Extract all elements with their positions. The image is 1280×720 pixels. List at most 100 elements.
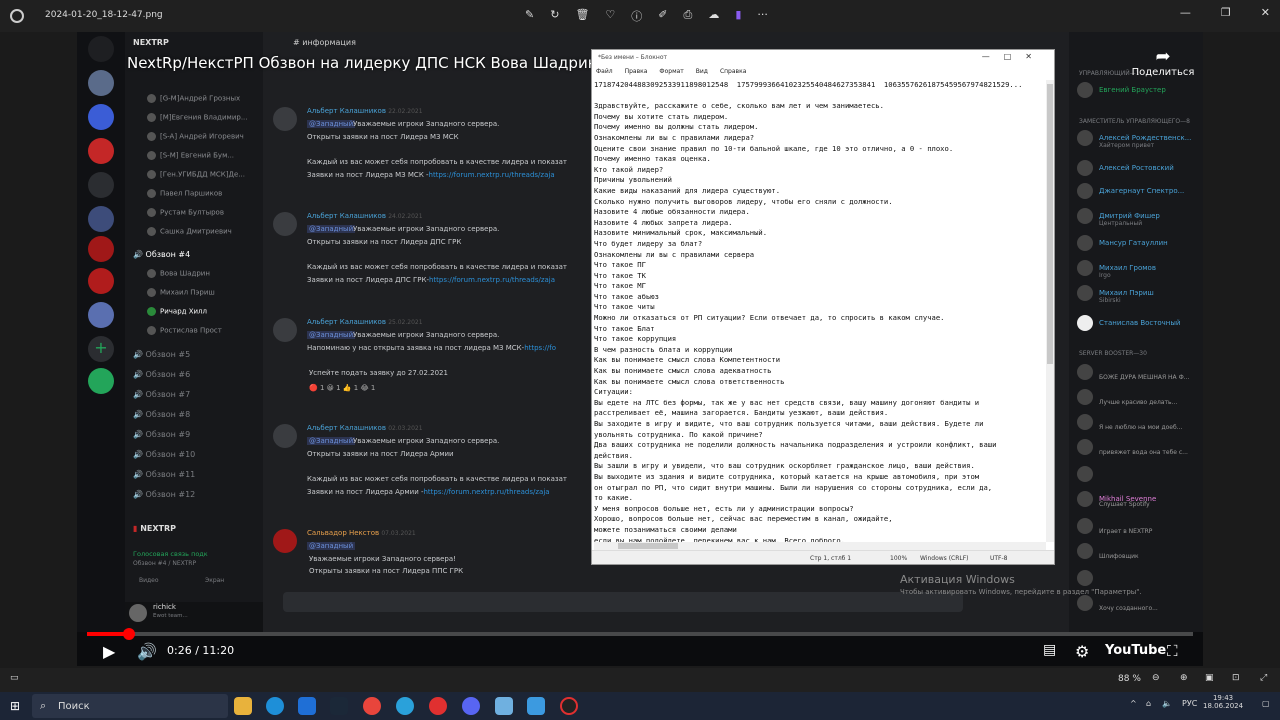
video-button[interactable]: Видео — [139, 577, 159, 584]
member-item[interactable] — [1077, 595, 1099, 611]
subtitles-icon[interactable]: ▤ — [1043, 642, 1056, 658]
speaker-icon[interactable]: 🔈 — [1162, 699, 1172, 708]
member-item[interactable]: Станислав Восточный — [1077, 315, 1180, 331]
telegram-icon[interactable] — [396, 697, 414, 715]
member-item[interactable] — [1077, 439, 1099, 455]
role-mention[interactable]: @Западный — [307, 225, 356, 233]
actual-size-icon[interactable]: ⊡ — [1232, 673, 1240, 683]
tray-chevron-icon[interactable]: ^ — [1130, 699, 1137, 708]
steam-icon[interactable] — [330, 697, 348, 715]
forum-link[interactable]: https://fo — [524, 344, 556, 352]
info-icon[interactable]: ⓘ — [631, 8, 642, 24]
member-item[interactable]: Алексей Ростовский — [1077, 160, 1174, 176]
menu-view[interactable]: Вид — [696, 68, 708, 76]
yandex-icon[interactable] — [429, 697, 447, 715]
voice-channel[interactable]: 🔊 Обзвон #12 — [133, 490, 195, 499]
file-explorer-icon[interactable] — [234, 697, 252, 715]
edit-icon[interactable]: ✎ — [525, 8, 534, 24]
screen-button[interactable]: Экран — [205, 577, 224, 584]
member-item[interactable]: Евгений Браустер — [1077, 82, 1166, 98]
volume-icon[interactable]: 🔊 — [137, 642, 157, 661]
forum-link[interactable]: https://forum.nextrp.ru/threads/zaja — [429, 276, 555, 284]
rotate-icon[interactable]: ↻ — [550, 8, 559, 24]
folder-icon[interactable] — [88, 104, 114, 130]
share-button[interactable]: ➦ Поделиться — [1123, 46, 1203, 78]
photos-icon[interactable] — [527, 697, 545, 715]
fit-icon[interactable]: ▣ — [1205, 673, 1214, 683]
horizontal-scrollbar[interactable] — [594, 542, 1046, 550]
menu-help[interactable]: Справка — [720, 68, 746, 76]
settings-icon[interactable]: ⚙ — [1075, 642, 1089, 661]
clipchamp-icon[interactable]: ▮ — [735, 8, 741, 24]
close-icon[interactable]: ✕ — [1261, 6, 1270, 19]
delete-icon[interactable]: 🗑 — [575, 8, 589, 24]
notepad-icon[interactable] — [495, 697, 513, 715]
member-item[interactable] — [1077, 466, 1099, 482]
voice-channel[interactable]: 🔊 Обзвон #9 — [133, 430, 190, 439]
more-icon[interactable]: ··· — [757, 8, 768, 24]
member-item[interactable] — [1077, 543, 1099, 559]
forum-link[interactable]: https://forum.nextrp.ru/threads/zaja — [424, 488, 550, 496]
member-item[interactable] — [1077, 414, 1099, 430]
server-icon[interactable] — [88, 70, 114, 96]
server-icon[interactable] — [88, 236, 114, 262]
play-icon[interactable]: ▶ — [103, 642, 115, 661]
server-icon[interactable] — [88, 138, 114, 164]
server-icon[interactable] — [88, 206, 114, 232]
voice-channel[interactable]: 🔊 Обзвон #8 — [133, 410, 190, 419]
video-progress-bar[interactable] — [87, 628, 1193, 640]
voice-channel[interactable]: 🔊 Обзвон #7 — [133, 390, 190, 399]
message-input[interactable] — [283, 592, 963, 612]
maximize-icon[interactable]: ❐ — [1221, 6, 1231, 19]
menu-format[interactable]: Формат — [659, 68, 683, 76]
forum-link[interactable]: https://forum.nextrp.ru/threads/zaja — [429, 171, 555, 179]
menu-file[interactable]: Файл — [596, 68, 613, 76]
notepad-text-area[interactable]: 171874204488309253391189801254​8 1757999… — [594, 80, 1046, 542]
minimize-icon[interactable]: — — [1180, 6, 1191, 19]
nextrp-server-icon[interactable] — [88, 268, 114, 294]
avatar[interactable] — [129, 604, 147, 622]
fullscreen-icon[interactable]: ⛶ — [1167, 642, 1178, 660]
member-item[interactable] — [1077, 518, 1099, 534]
filmstrip-icon[interactable]: ▭ — [10, 673, 19, 683]
youtube-logo[interactable]: YouTube — [1105, 643, 1166, 658]
edit-pen-icon[interactable]: ✐ — [658, 8, 667, 24]
voice-channel[interactable]: 🔊 Обзвон #10 — [133, 450, 195, 459]
notepad-window-controls[interactable]: —□✕ — [982, 52, 1046, 61]
app-icon[interactable] — [560, 697, 578, 715]
role-mention[interactable]: @Западный — [307, 542, 356, 550]
favorite-icon[interactable]: ♡ — [605, 8, 615, 24]
discord-icon[interactable] — [462, 697, 480, 715]
progress-knob[interactable] — [123, 628, 135, 640]
notifications-icon[interactable]: ▢ — [1262, 699, 1270, 708]
voice-channel-active[interactable]: 🔊 Обзвон #4 — [133, 250, 190, 259]
voice-channel[interactable]: 🔊 Обзвон #11 — [133, 470, 195, 479]
member-item[interactable]: Джагернаут Спектро... — [1077, 183, 1184, 199]
discord-home-icon[interactable] — [88, 36, 114, 62]
add-server-icon[interactable]: + — [88, 336, 114, 362]
member-item[interactable]: Мансур Гатауллин — [1077, 235, 1168, 251]
explore-icon[interactable] — [88, 368, 114, 394]
reactions[interactable]: 🔴 1 😀 1 👍 1 😂 1 — [309, 384, 375, 392]
zoom-out-icon[interactable]: ⊖ — [1152, 673, 1160, 683]
start-icon[interactable]: ⊞ — [10, 699, 20, 713]
zoom-in-icon[interactable]: ⊕ — [1180, 673, 1188, 683]
print-icon[interactable]: ⎙ — [684, 8, 693, 24]
server-icon[interactable] — [88, 172, 114, 198]
server-icon[interactable] — [88, 302, 114, 328]
voice-channel[interactable]: 🔊 Обзвон #6 — [133, 370, 190, 379]
mail-icon[interactable] — [298, 697, 316, 715]
vertical-scrollbar[interactable] — [1046, 80, 1054, 542]
edge-icon[interactable] — [266, 697, 284, 715]
chrome-icon[interactable] — [363, 697, 381, 715]
cloud-icon[interactable]: ☁ — [708, 8, 719, 24]
expand-icon[interactable]: ⤢ — [1260, 673, 1267, 683]
role-mention[interactable]: @Западный — [307, 437, 356, 445]
member-item[interactable]: Михаил Громов — [1077, 260, 1156, 276]
role-mention[interactable]: @Западный — [307, 331, 356, 339]
taskbar-search[interactable]: ⌕ Поиск — [32, 694, 228, 718]
member-item[interactable] — [1077, 389, 1099, 405]
youtube-player[interactable]: + NEXTRP [G-M]Андрей Грозных [M]Евгения … — [77, 32, 1203, 666]
clock[interactable]: 19:43 18.06.2024 — [1203, 694, 1243, 710]
language-indicator[interactable]: РУС — [1182, 699, 1197, 708]
